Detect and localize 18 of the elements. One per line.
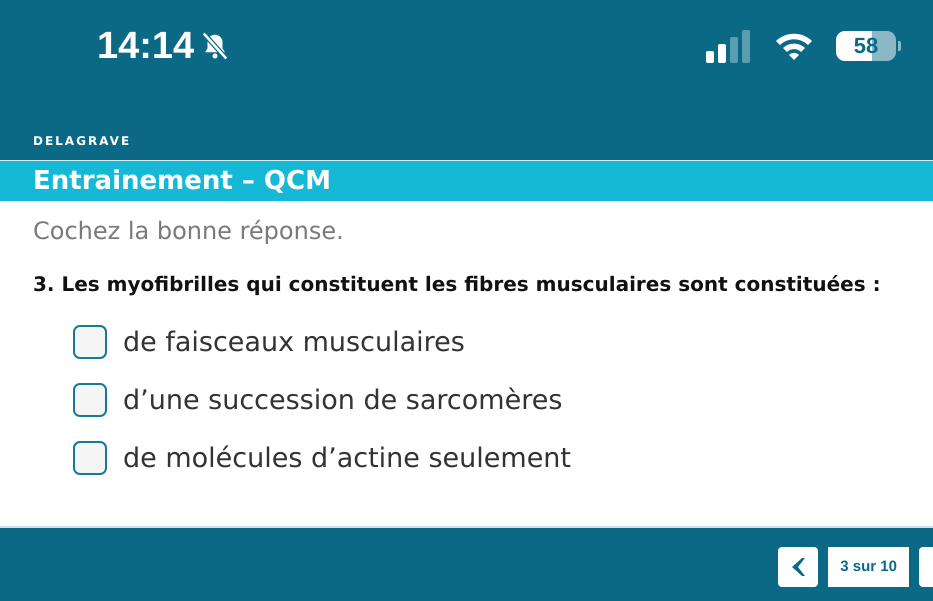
answer-label[interactable]: de faisceaux musculaires bbox=[123, 326, 465, 358]
signal-icon bbox=[704, 29, 752, 63]
publisher-logo: DELAGRAVE bbox=[33, 134, 132, 148]
previous-button[interactable] bbox=[778, 546, 818, 586]
instruction-text: Cochez la bonne réponse. bbox=[33, 217, 345, 245]
exercise-title: Entrainement – QCM bbox=[33, 166, 331, 196]
answer-label[interactable]: d’une succession de sarcomères bbox=[123, 384, 562, 416]
wifi-icon bbox=[774, 31, 814, 61]
page-counter: 3 sur 10 bbox=[828, 546, 909, 586]
question-text: 3. Les myofibrilles qui constituent les fibres musculaires sont constituées : bbox=[33, 271, 882, 298]
answer-label[interactable]: de molécules d’actine seulement bbox=[123, 442, 572, 474]
chevron-left-icon bbox=[790, 556, 806, 576]
answer-checkbox[interactable] bbox=[73, 383, 107, 417]
answer-checkbox[interactable] bbox=[73, 325, 107, 359]
next-button[interactable] bbox=[919, 546, 933, 586]
answer-checkbox[interactable] bbox=[73, 441, 107, 475]
status-time: 14:14 bbox=[97, 24, 194, 68]
battery-indicator: 58 bbox=[836, 31, 896, 61]
